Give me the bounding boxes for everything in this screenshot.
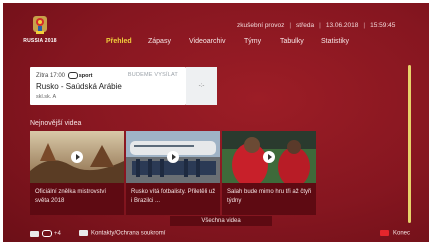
ct-logo-icon — [67, 72, 78, 79]
video-thumbnail — [126, 131, 220, 183]
match-score: -:- — [186, 67, 217, 105]
video-thumbnail — [222, 131, 316, 183]
status-day: středa — [296, 22, 315, 29]
nav-item-prehled[interactable]: Přehled — [106, 38, 132, 45]
video-caption: Salah bude mimo hru tři až čtyři týdny — [222, 183, 316, 215]
video-card[interactable]: Salah bude mimo hru tři až čtyři týdny — [222, 131, 316, 215]
world-cup-trophy-icon — [33, 16, 47, 34]
upcoming-match-card[interactable]: Zítra 17:00 sport BUDEME VYSÍLAT Rusko -… — [30, 67, 186, 105]
contacts-link[interactable]: Kontakty/Ochrana soukromí — [79, 230, 165, 237]
broadcast-badge: BUDEME VYSÍLAT — [127, 72, 178, 78]
status-mode: zkušební provoz — [237, 22, 285, 29]
match-group: skl.sk. A — [36, 94, 57, 100]
red-button-icon — [380, 230, 389, 236]
video-card[interactable]: Rusko vítá fotbalisty. Přiletěli už i Br… — [126, 131, 220, 215]
video-card[interactable]: Oficiální znělka mistrovství světa 2018 — [30, 131, 124, 215]
video-caption: Oficiální znělka mistrovství světa 2018 — [30, 183, 124, 215]
scrollbar[interactable] — [408, 65, 411, 223]
nav-item-tymy[interactable]: Týmy — [244, 38, 261, 45]
video-title: Rusko vítá fotbalisty. Přiletěli už i Br… — [131, 189, 216, 204]
match-time: Zítra 17:00 — [36, 73, 66, 80]
tv-screen: RUSSIA 2018 zkušební provoz | středa | 13.06… — [3, 3, 429, 242]
status-bar: zkušební provoz | středa | 13.06.2018 | 15:59:… — [237, 22, 396, 29]
key-hint-label: +4 — [54, 231, 61, 238]
nav-item-zapasy[interactable]: Zápasy — [148, 38, 171, 45]
key-hint[interactable]: +4 — [30, 230, 61, 237]
all-videos-button[interactable]: Všechna videa — [170, 216, 272, 226]
video-title: Salah bude mimo hru tři až čtyři týdny — [227, 189, 312, 204]
play-icon[interactable] — [71, 151, 83, 163]
channel-name: sport — [78, 73, 93, 80]
remote-key-icon — [79, 230, 88, 236]
status-date: 13.06.2018 — [325, 22, 359, 29]
remote-key-icon — [30, 230, 39, 237]
match-title: Rusko - Saúdská Arábie — [36, 82, 122, 91]
section-title-latest-videos: Nejnovější videa — [30, 120, 82, 127]
nav-item-tabulky[interactable]: Tabulky — [280, 38, 304, 45]
match-time-row: Zítra 17:00 sport — [36, 72, 92, 79]
main-nav: Přehled Zápasy Videoarchiv Týmy Tabulky … — [3, 38, 429, 50]
video-title: Oficiální znělka mistrovství světa 2018 — [35, 189, 107, 204]
status-time: 15:59:45 — [370, 22, 396, 29]
footer: +4 Kontakty/Ochrana soukromí Konec — [3, 229, 429, 241]
exit-label: Konec — [393, 230, 411, 237]
nav-item-statistiky[interactable]: Statistiky — [321, 38, 349, 45]
contacts-label: Kontakty/Ochrana soukromí — [91, 230, 166, 237]
play-icon[interactable] — [167, 151, 179, 163]
toggle-icon — [42, 230, 52, 237]
nav-item-videoarchiv[interactable]: Videoarchiv — [189, 38, 225, 45]
play-icon[interactable] — [263, 151, 275, 163]
video-thumbnail — [30, 131, 124, 183]
exit-button[interactable]: Konec — [380, 230, 410, 237]
video-caption: Rusko vítá fotbalisty. Přiletěli už i Br… — [126, 183, 220, 215]
